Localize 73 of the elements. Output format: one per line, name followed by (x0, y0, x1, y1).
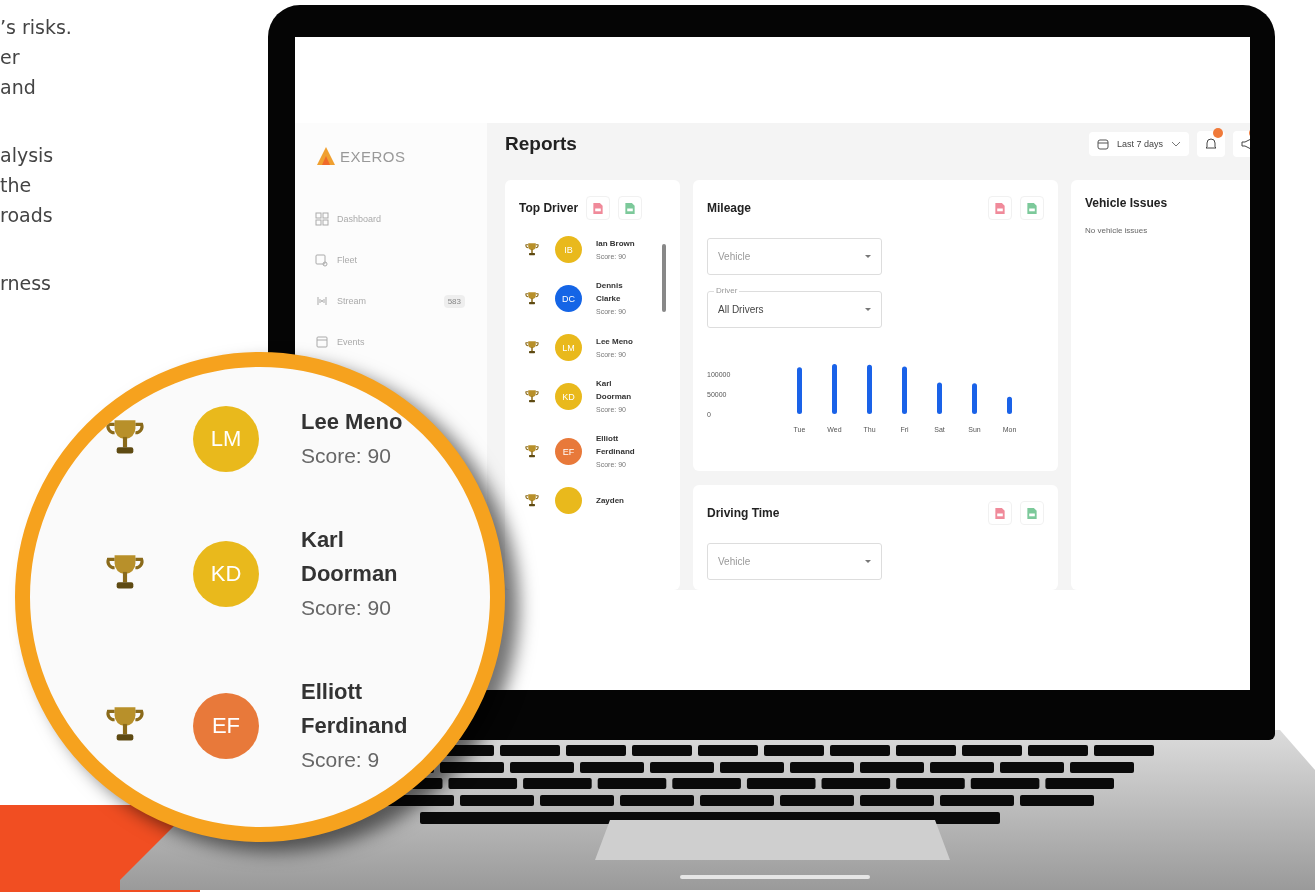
card-title: Top Driver (519, 201, 579, 215)
card-title: Mileage (707, 201, 751, 215)
pdf-export-button[interactable] (988, 196, 1012, 220)
logo-icon (315, 145, 337, 167)
vehicle-select[interactable]: Vehicle (707, 543, 882, 580)
document-icon (1026, 506, 1038, 520)
logo-text: EXEROS (340, 147, 406, 165)
document-icon (994, 201, 1006, 215)
excel-export-button[interactable] (618, 196, 643, 220)
driver-name: Lee Meno (596, 335, 634, 348)
chart-bar (867, 364, 872, 414)
pdf-export-button[interactable] (988, 501, 1012, 525)
pdf-export-button[interactable] (586, 196, 611, 220)
date-range-button[interactable]: Last 7 days (1088, 131, 1189, 156)
driver-score: Score: 90 (301, 595, 392, 621)
sidebar-item[interactable]: Dashboard (315, 211, 465, 227)
count-badge: 583 (443, 294, 465, 308)
avatar: EF (193, 693, 259, 759)
driver-name: Karl Doorman (301, 526, 399, 588)
signal-icon (315, 294, 329, 308)
chart-bar (937, 382, 942, 414)
chart-bar (797, 367, 802, 414)
excel-export-button[interactable] (1020, 501, 1044, 525)
chart-bar (902, 366, 907, 414)
avatar: KD (555, 383, 582, 410)
driver-name: Zayden (596, 495, 625, 507)
driver-name: Lee Meno (301, 408, 404, 436)
calendar-icon (315, 335, 329, 349)
page-title: Reports (505, 132, 578, 155)
caret-icon (865, 560, 871, 563)
grid-icon (315, 212, 329, 226)
avatar: DC (555, 285, 582, 312)
document-icon (624, 201, 637, 215)
field-label: Driver (714, 286, 740, 296)
intro-paragraph: alysis the roads (0, 143, 55, 228)
chart-bar (832, 364, 837, 414)
vehicle-select[interactable]: Vehicle (707, 238, 882, 275)
chart-bar (1007, 396, 1012, 414)
intro-paragraph: rness (0, 271, 52, 296)
excel-export-button[interactable] (1020, 196, 1044, 220)
document-icon (1026, 201, 1038, 215)
notifications-button[interactable] (1197, 130, 1225, 157)
calendar-icon (1096, 137, 1109, 150)
chevron-icon (1171, 140, 1181, 147)
scrollbar[interactable] (662, 244, 666, 312)
driver-name: Ian Brown (596, 237, 636, 250)
card-title: Vehicle Issues (1085, 196, 1169, 210)
notification-badge (1213, 127, 1223, 138)
avatar: IB (555, 236, 582, 263)
document-icon (592, 201, 605, 215)
driver-name: Karl Doorman (596, 378, 633, 403)
chart-bar (972, 383, 977, 414)
sidebar-item[interactable]: Stream 583 (315, 293, 465, 309)
intro-paragraph: ’s risks. er and (0, 15, 73, 100)
empty-message: No vehicle issues (1085, 226, 1149, 235)
driver-name: Elliott Ferdinand (301, 678, 409, 740)
sidebar-item[interactable]: Fleet (315, 252, 465, 268)
avatar: LM (555, 334, 582, 361)
caret-icon (865, 308, 871, 311)
avatar: EF (555, 438, 582, 465)
driver-score: Score: 9 (301, 747, 381, 773)
avatar: KD (193, 541, 259, 607)
bell-icon (1204, 136, 1218, 151)
megaphone-icon (1240, 136, 1250, 151)
avatar: LM (193, 406, 259, 472)
driver-name: Elliott Ferdinand (596, 433, 636, 458)
document-icon (994, 506, 1006, 520)
sidebar-item[interactable]: Events (315, 334, 465, 350)
caret-icon (865, 255, 871, 258)
driver-name: Dennis Clarke (596, 280, 624, 305)
card-title: Driving Time (707, 506, 780, 520)
vehicle-icon (315, 253, 329, 267)
driver-score: Score: 90 (301, 443, 392, 469)
